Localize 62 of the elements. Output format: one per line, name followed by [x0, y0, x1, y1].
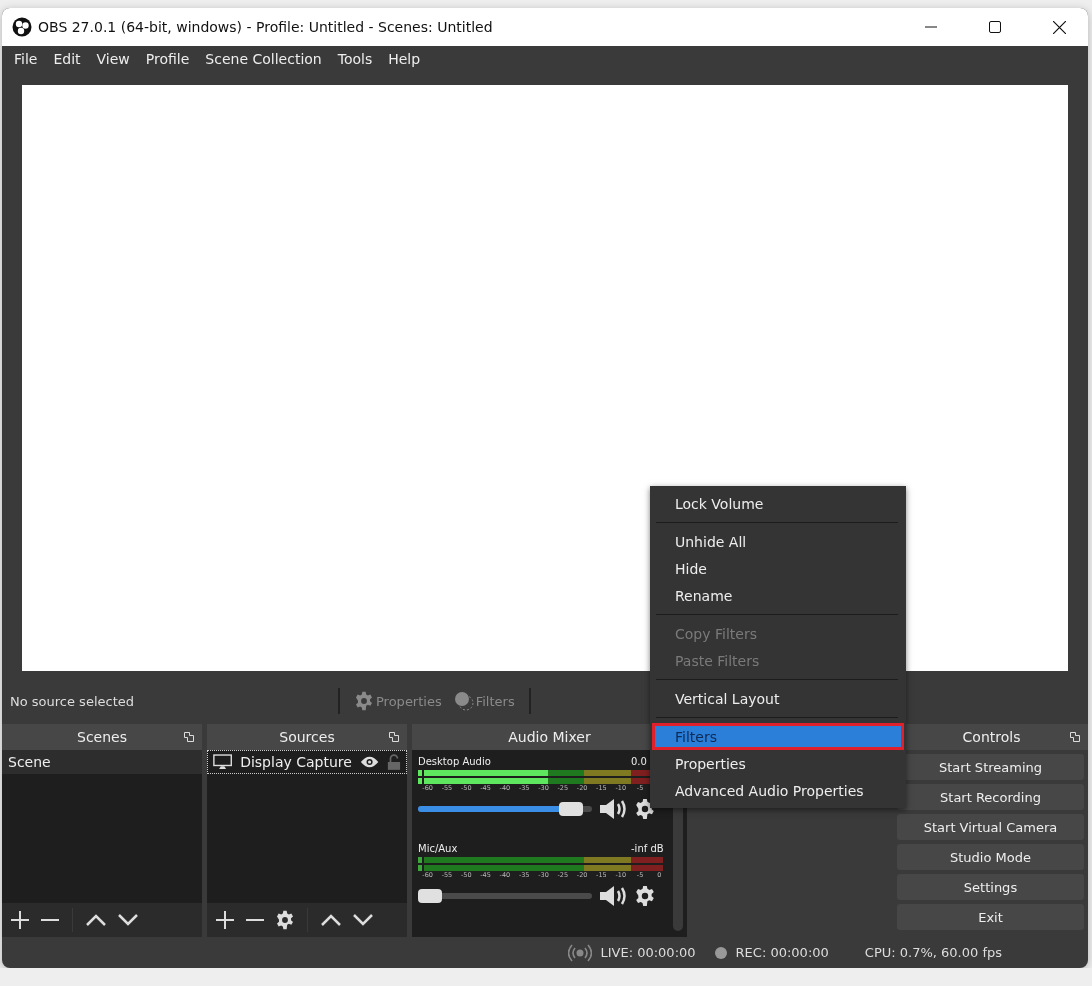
dock-title: Sources: [279, 729, 335, 745]
float-icon[interactable]: [1070, 732, 1080, 742]
live-time: LIVE: 00:00:00: [600, 945, 696, 960]
scene-item[interactable]: Scene: [2, 750, 202, 774]
add-icon: [215, 910, 235, 930]
add-icon: [10, 910, 30, 930]
volume-slider[interactable]: [418, 888, 592, 904]
broadcast-icon: [568, 943, 593, 962]
channel-reading: -inf dB: [631, 843, 665, 854]
float-icon[interactable]: [389, 732, 399, 742]
filter-icon: [453, 691, 474, 711]
gear-icon: [634, 798, 656, 820]
control-button[interactable]: Start Recording: [897, 784, 1084, 810]
control-button[interactable]: Start Virtual Camera: [897, 814, 1084, 840]
minimize-icon: [925, 26, 937, 28]
add-button[interactable]: [8, 908, 32, 932]
source-item[interactable]: Display Capture: [207, 750, 407, 774]
speaker-icon: [598, 797, 628, 821]
control-button[interactable]: Settings: [897, 874, 1084, 900]
add-button[interactable]: [213, 908, 237, 932]
unlock-icon[interactable]: [387, 753, 401, 771]
menu-item[interactable]: Scene Collection: [197, 51, 330, 67]
slider-thumb[interactable]: [559, 802, 583, 816]
gear-icon: [275, 910, 295, 930]
menu-item[interactable]: Vertical Layout: [652, 685, 904, 712]
float-icon[interactable]: [184, 732, 194, 742]
menu-item[interactable]: File: [6, 51, 46, 67]
channel-name: Desktop Audio: [418, 756, 491, 767]
close-icon: [1052, 20, 1066, 34]
monitor-icon: [213, 753, 233, 771]
record-dot-icon: [713, 945, 728, 960]
menu-item: Copy Filters: [674, 624, 758, 644]
maximize-icon: [989, 21, 1001, 33]
dock-title: Scenes: [77, 729, 127, 745]
menu-item[interactable]: Lock Volume: [652, 490, 904, 517]
control-button[interactable]: Exit: [897, 904, 1084, 930]
menu-item[interactable]: Tools: [329, 51, 381, 67]
menu-item[interactable]: Edit: [45, 51, 89, 67]
dock-title: Controls: [962, 729, 1021, 745]
rec-time: REC: 00:00:00: [735, 945, 829, 960]
gear-icon: [354, 691, 374, 711]
menu-item[interactable]: Profile: [137, 51, 198, 67]
menu-item[interactable]: Hide: [652, 555, 904, 582]
control-button[interactable]: Studio Mode: [897, 844, 1084, 870]
cpu-status: CPU: 0.7%, 60.00 fps: [864, 945, 1002, 960]
menu-item[interactable]: Unhide All: [652, 528, 904, 555]
menu-item[interactable]: View: [88, 51, 138, 67]
dock-title: Audio Mixer: [508, 729, 591, 745]
gear-icon: [634, 885, 656, 907]
speaker-icon: [598, 884, 628, 908]
app-logo-icon: [12, 17, 32, 37]
slider-thumb[interactable]: [418, 889, 442, 903]
menu-item[interactable]: Help: [380, 51, 429, 67]
channel-name: Mic/Aux: [418, 843, 458, 854]
source-status: No source selected: [10, 693, 135, 709]
source-name: Display Capture: [240, 754, 352, 770]
menu-item[interactable]: Rename: [652, 582, 904, 609]
eye-icon[interactable]: [359, 754, 380, 770]
channel-reading: 0.0: [631, 756, 648, 767]
menu-item: Paste Filters: [674, 651, 761, 671]
volume-slider[interactable]: [418, 801, 592, 817]
window-title: OBS 27.0.1 (64-bit, windows) - Profile: Untitled - Scenes: Untitled: [38, 19, 494, 35]
